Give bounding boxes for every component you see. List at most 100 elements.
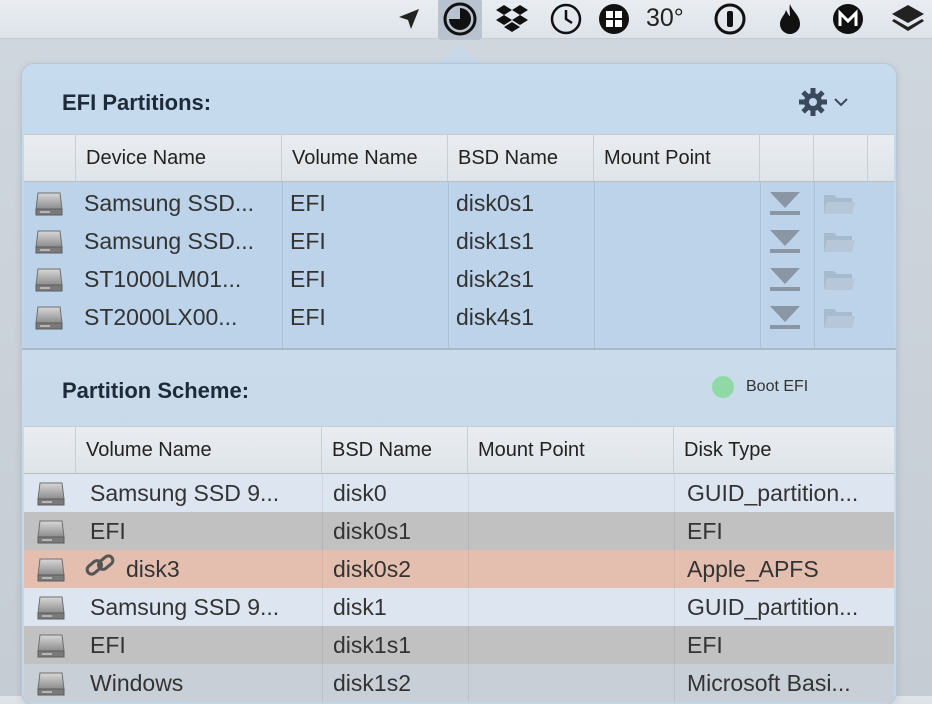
mount-point-cell: [594, 260, 760, 298]
header-icon-column[interactable]: [24, 135, 76, 181]
mount-point-cell: [594, 222, 760, 260]
location-arrow-icon[interactable]: [394, 0, 424, 38]
mount-point-cell: [468, 588, 674, 626]
scheme-table-row[interactable]: Samsung SSD 9... disk1 GUID_partition...: [24, 588, 894, 626]
efi-popover: EFI Partitions: Device Name Volume Name …: [22, 64, 896, 704]
hard-disk-icon: [24, 626, 76, 664]
grid-icon[interactable]: [596, 0, 632, 38]
scheme-table-row[interactable]: Samsung SSD 9... disk0 GUID_partition...: [24, 474, 894, 512]
bsd-name-cell: disk1s2: [322, 664, 468, 702]
mount-point-cell: [468, 626, 674, 664]
volume-name-cell: Samsung SSD 9...: [90, 593, 280, 620]
open-folder-icon[interactable]: [814, 298, 868, 336]
volume-name-cell: Windows: [90, 669, 184, 696]
dropbox-icon[interactable]: [494, 0, 530, 38]
mount-point-cell: [594, 184, 760, 222]
device-name-cell: ST2000LX00...: [84, 303, 238, 330]
boot-efi-legend-dot: [712, 376, 734, 398]
mount-point-cell: [468, 664, 674, 702]
volume-name-cell: EFI: [290, 227, 326, 254]
header-bsd-name[interactable]: BSD Name: [448, 135, 594, 181]
disk-type-cell: Microsoft Basi...: [674, 664, 894, 702]
device-name-cell: Samsung SSD...: [84, 227, 255, 254]
scheme-table-row[interactable]: EFI disk1s1 EFI: [24, 626, 894, 664]
m-icon[interactable]: [830, 0, 866, 38]
partition-scheme-section: Partition Scheme: Boot EFI Volume Name B…: [22, 350, 896, 704]
efi-table-row[interactable]: Samsung SSD... EFI disk0s1: [24, 184, 868, 222]
partition-scheme-title: Partition Scheme:: [62, 378, 250, 403]
disk-type-cell: GUID_partition...: [674, 474, 894, 512]
efi-table-row[interactable]: ST2000LX00... EFI disk4s1: [24, 298, 868, 336]
mount-point-cell: [468, 512, 674, 550]
mount-icon[interactable]: [760, 298, 814, 336]
hard-disk-icon: [24, 550, 76, 588]
header-device-name[interactable]: Device Name: [76, 135, 282, 181]
efi-table-row[interactable]: Samsung SSD... EFI disk1s1: [24, 222, 868, 260]
mount-icon[interactable]: [760, 222, 814, 260]
hard-disk-icon: [24, 222, 76, 260]
header-mount-action[interactable]: [760, 135, 814, 181]
scheme-table-body: Samsung SSD 9... disk0 GUID_partition... EF…: [24, 474, 894, 704]
bsd-name-cell: disk1: [322, 588, 468, 626]
efi-table-header: Device Name Volume Name BSD Name Mount P…: [24, 134, 894, 182]
bsd-name-cell: disk0: [322, 474, 468, 512]
bsd-name-cell: disk2s1: [456, 265, 534, 292]
header-open-action[interactable]: [814, 135, 868, 181]
mount-icon[interactable]: [760, 260, 814, 298]
layers-icon[interactable]: [888, 0, 928, 38]
scheme-table-header: Volume Name BSD Name Mount Point Disk Ty…: [24, 426, 894, 474]
header-bsd-name[interactable]: BSD Name: [322, 427, 468, 473]
clock-pie-icon[interactable]: [438, 0, 482, 40]
efi-partitions-section: EFI Partitions: Device Name Volume Name …: [22, 64, 896, 350]
settings-menu-button[interactable]: [798, 88, 858, 116]
efi-table-row[interactable]: ST1000LM01... EFI disk2s1: [24, 260, 868, 298]
header-volume-name[interactable]: Volume Name: [76, 427, 322, 473]
hard-disk-icon: [24, 260, 76, 298]
bsd-name-cell: disk0s1: [456, 189, 534, 216]
disk-type-cell: EFI: [674, 512, 894, 550]
gear-icon: [799, 88, 827, 116]
mount-point-cell: [594, 298, 760, 336]
volume-name-cell: EFI: [90, 631, 126, 658]
flame-icon[interactable]: [774, 0, 806, 38]
volume-name-cell: EFI: [290, 265, 326, 292]
volume-name-text: disk3: [126, 555, 180, 582]
clock-icon[interactable]: [548, 0, 584, 38]
device-name-cell: Samsung SSD...: [84, 189, 255, 216]
mount-icon[interactable]: [760, 184, 814, 222]
scheme-table-row[interactable]: disk3 disk0s2 Apple_APFS: [24, 550, 894, 588]
link-icon: [84, 551, 126, 587]
disk-type-cell: GUID_partition...: [674, 588, 894, 626]
open-folder-icon[interactable]: [814, 260, 868, 298]
hard-disk-icon: [24, 512, 76, 550]
bsd-name-cell: disk0s1: [322, 512, 468, 550]
header-mount-point[interactable]: Mount Point: [594, 135, 760, 181]
mount-point-cell: [468, 550, 674, 588]
disk-type-cell: EFI: [674, 626, 894, 664]
header-mount-point[interactable]: Mount Point: [468, 427, 674, 473]
bsd-name-cell: disk4s1: [456, 303, 534, 330]
open-folder-icon[interactable]: [814, 222, 868, 260]
scheme-table-row[interactable]: EFI disk0s1 EFI: [24, 512, 894, 550]
open-folder-icon[interactable]: [814, 184, 868, 222]
volume-name-cell: disk3: [76, 550, 322, 588]
volume-name-cell: EFI: [90, 517, 126, 544]
efi-partitions-title: EFI Partitions:: [62, 90, 212, 115]
efi-table-body: Samsung SSD... EFI disk0s1 Samsung SSD... EF…: [24, 182, 894, 350]
popover-arrow: [434, 46, 486, 66]
chevron-down-icon: [834, 98, 848, 107]
bsd-name-cell: disk1s1: [456, 227, 534, 254]
scheme-table-row[interactable]: Windows disk1s2 Microsoft Basi...: [24, 664, 894, 702]
bsd-name-cell: disk0s2: [322, 550, 468, 588]
header-icon-column[interactable]: [24, 427, 76, 473]
hard-disk-icon: [24, 474, 76, 512]
disk-type-cell: Apple_APFS: [674, 550, 894, 588]
header-volume-name[interactable]: Volume Name: [282, 135, 448, 181]
hard-disk-icon: [24, 298, 76, 336]
mount-point-cell: [468, 474, 674, 512]
device-name-cell: ST1000LM01...: [84, 265, 242, 292]
temperature-label[interactable]: 30°: [646, 4, 684, 33]
header-disk-type[interactable]: Disk Type: [674, 427, 894, 473]
one-password-icon[interactable]: [712, 0, 748, 38]
boot-efi-legend-label: Boot EFI: [746, 378, 809, 395]
